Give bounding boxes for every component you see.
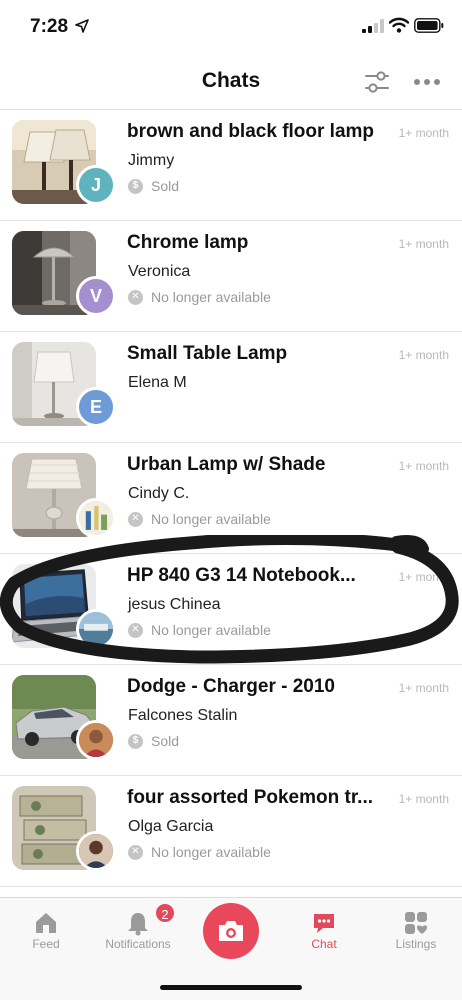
listing-status: $ Sold	[128, 178, 179, 194]
chat-timestamp: 1+ month	[398, 459, 449, 473]
home-indicator	[160, 985, 302, 990]
camera-button[interactable]	[203, 903, 259, 959]
location-arrow-icon	[75, 19, 89, 33]
notifications-badge: 2	[154, 902, 176, 924]
listing-status: ✕ No longer available	[128, 622, 271, 638]
chat-user-name: jesus Chinea	[128, 596, 221, 613]
chat-title: HP 840 G3 14 Notebook...	[127, 565, 356, 586]
chat-row[interactable]: V Chrome lamp 1+ month Veronica ✕ No lon…	[0, 221, 462, 332]
status-bar: 7:28	[0, 0, 462, 54]
dollar-icon: $	[128, 178, 143, 194]
page-title: Chats	[201, 69, 261, 92]
chat-user-name: Jimmy	[128, 152, 175, 169]
chat-bubble-icon	[314, 914, 334, 933]
chat-row[interactable]: four assorted Pokemon tr... 1+ month Olg…	[0, 776, 462, 887]
listing-status-text: Sold	[151, 733, 180, 749]
tab-label: Notifications	[105, 937, 171, 951]
chat-list: J brown and black floor lamp 1+ month Ji…	[0, 110, 462, 887]
chat-row[interactable]: HP 840 G3 14 Notebook... 1+ month jesus …	[0, 554, 462, 665]
chat-user-name: Veronica	[128, 263, 191, 280]
listing-status-text: Sold	[151, 178, 180, 194]
dollar-icon: $	[128, 733, 143, 749]
chat-title: Urban Lamp w/ Shade	[127, 454, 326, 475]
avatar	[76, 609, 116, 649]
camera-icon	[219, 921, 243, 941]
status-time: 7:28	[30, 16, 69, 37]
listing-status-text: No longer available	[151, 844, 271, 860]
chat-user-name: Cindy C.	[128, 485, 190, 502]
listing-status: ✕ No longer available	[128, 511, 271, 527]
tab-label: Listings	[395, 937, 437, 951]
chat-timestamp: 1+ month	[398, 348, 449, 362]
bell-icon	[128, 913, 148, 936]
listing-status: ✕ No longer available	[128, 844, 271, 860]
battery-icon	[414, 18, 444, 33]
chat-title: Chrome lamp	[127, 232, 249, 253]
chat-timestamp: 1+ month	[398, 792, 449, 806]
chat-row[interactable]: Dodge - Charger - 2010 1+ month Falcones…	[0, 665, 462, 776]
avatar-initial: J	[90, 174, 101, 195]
listings-grid-icon	[405, 912, 428, 934]
avatar	[76, 720, 116, 760]
more-options-icon[interactable]	[413, 72, 441, 92]
tab-label: Feed	[32, 937, 60, 951]
avatar: J	[76, 165, 116, 205]
avatar	[76, 831, 116, 871]
chat-user-name: Elena M	[128, 374, 187, 391]
chat-title: brown and black floor lamp	[127, 121, 375, 142]
chat-user-name: Olga Garcia	[128, 818, 214, 835]
bottom-tab-bar: Feed 2 Notifications Chat Listings	[0, 897, 462, 1000]
wifi-icon	[389, 17, 409, 33]
avatar	[76, 498, 116, 538]
tab-label: Chat	[311, 937, 337, 951]
listing-status: $ Sold	[128, 733, 179, 749]
listing-status-text: No longer available	[151, 289, 271, 305]
chat-user-name: Falcones Stalin	[128, 707, 238, 724]
tab-listings[interactable]: Listings	[384, 898, 448, 968]
home-icon	[36, 913, 56, 933]
filter-sliders-icon[interactable]	[364, 70, 390, 94]
chat-timestamp: 1+ month	[398, 681, 449, 695]
tab-chat[interactable]: Chat	[292, 898, 356, 968]
chats-header: Chats	[0, 54, 462, 110]
cellular-signal-icon	[362, 19, 384, 33]
tab-feed[interactable]: Feed	[14, 898, 78, 968]
tab-notifications[interactable]: 2 Notifications	[96, 898, 180, 968]
avatar-initial: E	[89, 396, 102, 417]
close-circle-icon: ✕	[128, 622, 143, 638]
avatar-initial: V	[89, 285, 102, 306]
listing-status: ✕ No longer available	[128, 289, 271, 305]
chat-title: four assorted Pokemon tr...	[127, 787, 373, 808]
chat-row[interactable]: Urban Lamp w/ Shade 1+ month Cindy C. ✕ …	[0, 443, 462, 554]
close-circle-icon: ✕	[128, 289, 143, 305]
close-circle-icon: ✕	[128, 511, 143, 527]
chat-timestamp: 1+ month	[398, 570, 449, 584]
chat-title: Dodge - Charger - 2010	[127, 676, 335, 697]
chat-row[interactable]: E Small Table Lamp 1+ month Elena M	[0, 332, 462, 443]
avatar: V	[76, 276, 116, 316]
listing-status-text: No longer available	[151, 511, 271, 527]
close-circle-icon: ✕	[128, 844, 143, 860]
chat-title: Small Table Lamp	[127, 343, 288, 364]
chat-row[interactable]: J brown and black floor lamp 1+ month Ji…	[0, 110, 462, 221]
chat-timestamp: 1+ month	[398, 237, 449, 251]
listing-status-text: No longer available	[151, 622, 271, 638]
avatar: E	[76, 387, 116, 427]
chat-timestamp: 1+ month	[398, 126, 449, 140]
